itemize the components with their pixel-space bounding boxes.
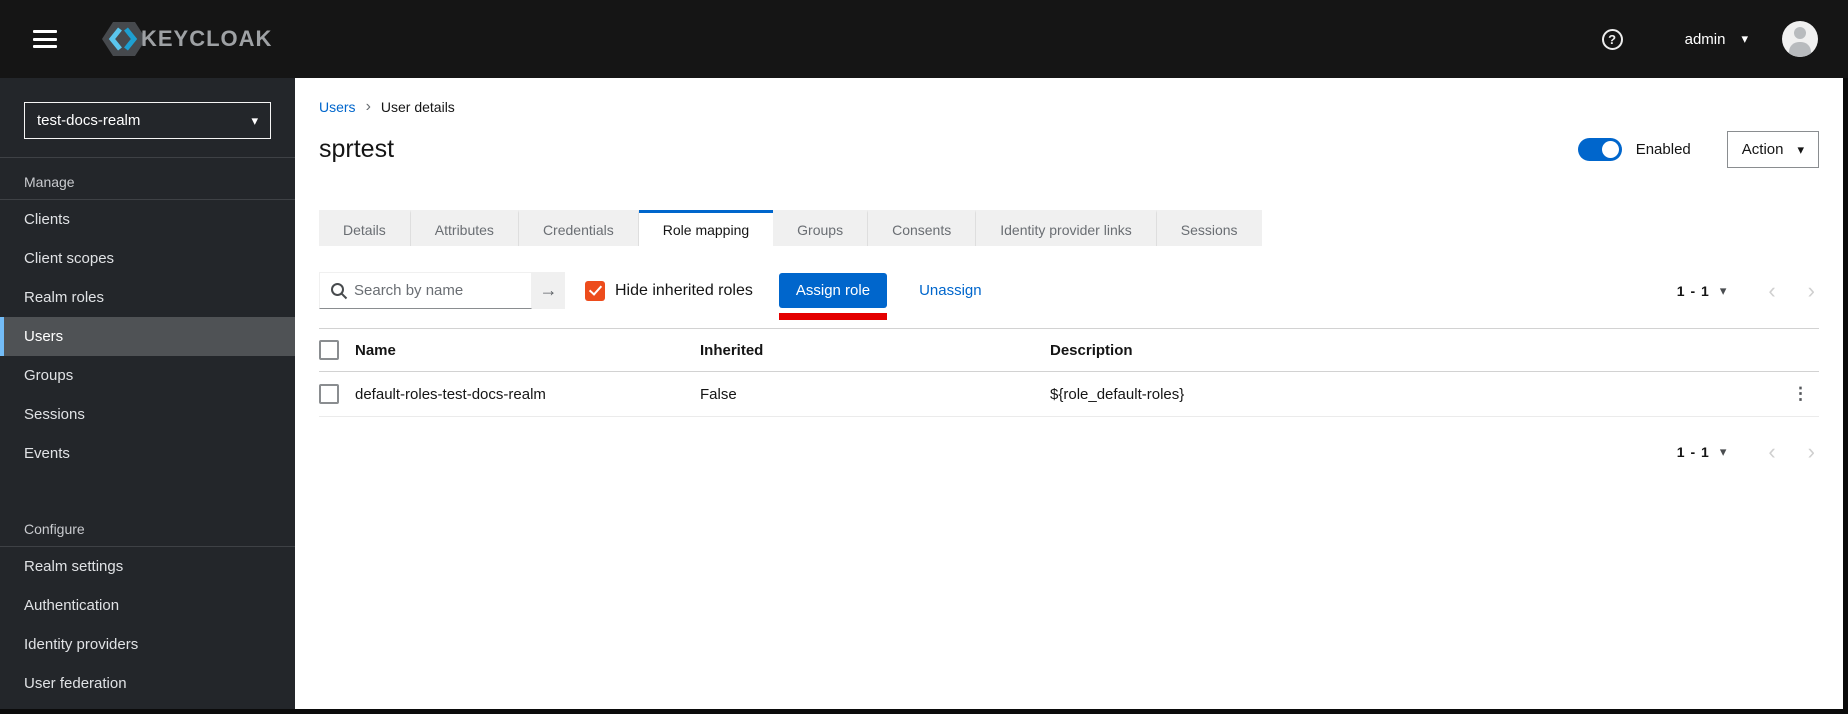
pagination-range: 1 - 1 (1676, 282, 1710, 299)
cell-role-name: default-roles-test-docs-realm (355, 385, 546, 403)
search-group (319, 272, 565, 309)
tab-groups[interactable]: Groups (773, 210, 869, 246)
column-header-inherited: Inherited (700, 341, 764, 359)
sidebar-item-user-federation[interactable]: User federation (0, 664, 295, 703)
tab-consents[interactable]: Consents (868, 210, 977, 246)
search-input[interactable] (320, 273, 531, 308)
breadcrumb-users-link[interactable]: Users (319, 99, 356, 115)
sidebar-item-events[interactable]: Events (0, 434, 295, 473)
red-underline-annotation (778, 313, 888, 320)
user-menu[interactable]: admin (1685, 30, 1748, 48)
tab-bar: Details Attributes Credentials Role mapp… (319, 210, 1819, 246)
tab-attributes[interactable]: Attributes (410, 210, 519, 246)
realm-selector-block: test-docs-realm (0, 78, 295, 158)
sidebar-item-users[interactable]: Users (0, 317, 295, 356)
breadcrumb-current: User details (380, 99, 455, 115)
sidebar-item-authentication[interactable]: Authentication (0, 586, 295, 625)
tab-details[interactable]: Details (319, 210, 411, 246)
pagination-top: 1 - 1 (1677, 280, 1819, 302)
caret-down-icon (251, 112, 258, 130)
tab-role-mapping[interactable]: Role mapping (638, 210, 774, 246)
tab-credentials[interactable]: Credentials (518, 210, 639, 246)
cell-description: ${role_default-roles} (1050, 385, 1185, 403)
username: admin (1684, 30, 1726, 48)
chevron-left-icon[interactable] (1768, 280, 1775, 302)
toolbar: Hide inherited roles Assign role Unassig… (319, 272, 1819, 320)
page-header: sprtest Enabled Action (319, 130, 1819, 168)
hamburger-menu-icon[interactable] (33, 30, 57, 48)
sidebar-item-realm-roles[interactable]: Realm roles (0, 278, 295, 317)
nav-section-manage: Manage (0, 158, 295, 200)
chevron-right-icon[interactable] (1808, 441, 1815, 463)
column-header-name: Name (355, 341, 396, 359)
hide-inherited-checkbox[interactable] (585, 280, 605, 301)
caret-down-icon (1741, 30, 1748, 48)
kebab-menu-icon[interactable] (1782, 384, 1819, 404)
assign-role-wrap: Assign role (778, 273, 888, 320)
help-icon[interactable] (1601, 28, 1623, 50)
table-row: default-roles-test-docs-realm False ${ro… (319, 372, 1819, 417)
assign-role-button[interactable]: Assign role (778, 273, 888, 308)
select-all-checkbox[interactable] (319, 340, 339, 360)
realm-name: test-docs-realm (37, 112, 141, 129)
sidebar-item-client-scopes[interactable]: Client scopes (0, 239, 295, 278)
tab-identity-provider-links[interactable]: Identity provider links (976, 210, 1157, 246)
avatar[interactable] (1782, 21, 1818, 57)
tab-sessions[interactable]: Sessions (1156, 210, 1262, 246)
role-mapping-table: Name Inherited Description default-roles… (319, 328, 1819, 417)
pagination-range: 1 - 1 (1676, 444, 1710, 460)
action-dropdown[interactable]: Action (1726, 130, 1819, 168)
sidebar-item-identity-providers[interactable]: Identity providers (0, 625, 295, 664)
pagination-caret-icon[interactable] (1720, 283, 1727, 299)
enabled-label: Enabled (1635, 140, 1691, 158)
sidebar-item-realm-settings[interactable]: Realm settings (0, 547, 295, 586)
unassign-button[interactable]: Unassign (919, 282, 982, 299)
enabled-toggle[interactable] (1577, 137, 1622, 161)
hide-inherited-roles-filter[interactable]: Hide inherited roles (585, 280, 753, 301)
pagination-bottom: 1 - 1 (319, 441, 1819, 463)
caret-down-icon (1797, 141, 1804, 158)
table-header-row: Name Inherited Description (319, 329, 1819, 372)
hide-inherited-label: Hide inherited roles (615, 281, 753, 299)
row-checkbox[interactable] (319, 384, 339, 404)
masthead-tools: admin (1601, 21, 1818, 57)
chevron-right-icon[interactable] (1808, 280, 1815, 302)
search-icon (331, 283, 348, 300)
header-controls: Enabled Action (1577, 130, 1819, 168)
sidebar-item-clients[interactable]: Clients (0, 200, 295, 239)
nav-section-configure: Configure (0, 505, 295, 547)
sidebar-item-sessions[interactable]: Sessions (0, 395, 295, 434)
chevron-left-icon[interactable] (1768, 441, 1775, 463)
search-box (319, 272, 532, 309)
keycloak-logo: KEYCLOAK (101, 20, 272, 58)
action-dropdown-label: Action (1741, 140, 1784, 158)
page-title: sprtest (319, 134, 395, 163)
breadcrumb: Users User details (319, 98, 1819, 116)
column-header-description: Description (1050, 341, 1133, 359)
sidebar-item-groups[interactable]: Groups (0, 356, 295, 395)
sidebar: test-docs-realm Manage Clients Client sc… (0, 78, 295, 709)
realm-selector[interactable]: test-docs-realm (24, 102, 271, 139)
main-content: Users User details sprtest Enabled Actio… (295, 78, 1843, 709)
breadcrumb-separator-icon (366, 98, 371, 116)
cell-inherited: False (700, 385, 737, 403)
brand-text: KEYCLOAK (141, 26, 273, 51)
pagination-caret-icon[interactable] (1720, 444, 1727, 460)
masthead: KEYCLOAK admin (0, 0, 1848, 78)
arrow-right-icon[interactable] (532, 272, 565, 309)
